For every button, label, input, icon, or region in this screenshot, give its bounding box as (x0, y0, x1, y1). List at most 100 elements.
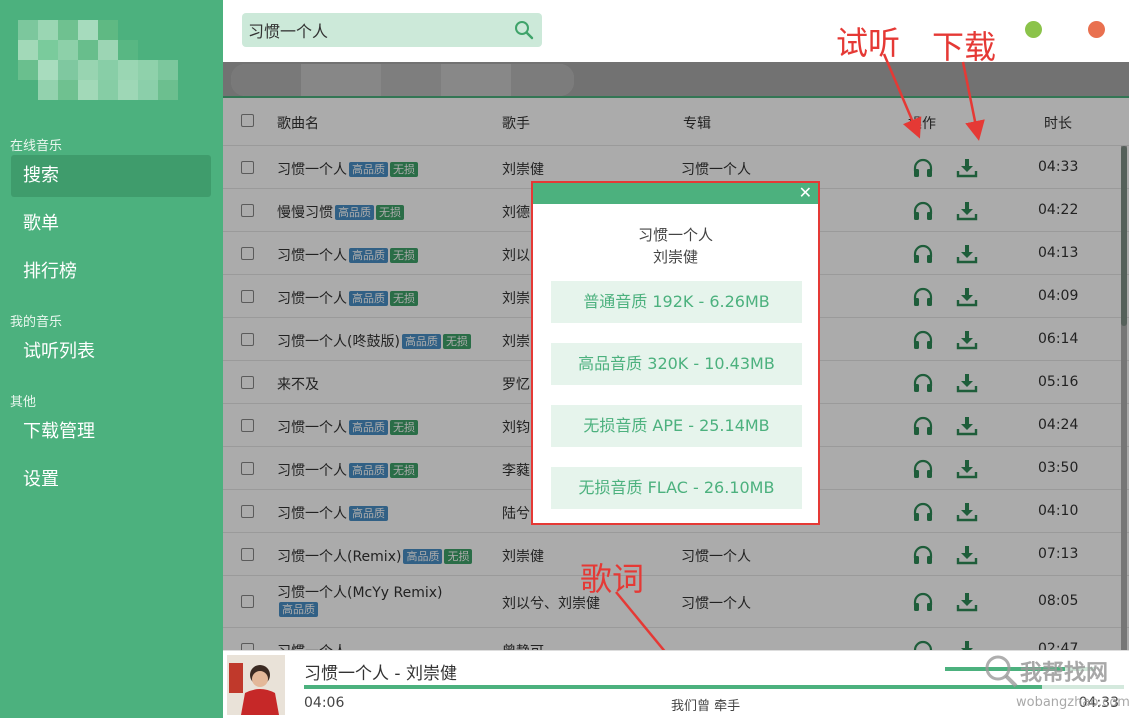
quality-option-ape[interactable]: 无损音质 APE - 25.14MB (551, 405, 802, 447)
song-name[interactable]: 习惯一个人 (277, 291, 347, 307)
album-cell[interactable]: 习惯一个人 (681, 593, 751, 613)
download-icon[interactable] (956, 372, 978, 394)
download-icon[interactable] (956, 544, 978, 566)
row-checkbox[interactable] (241, 161, 254, 174)
song-name-cell[interactable]: 习惯一个人 高品质 无损 (277, 288, 418, 308)
album-cover[interactable] (227, 655, 285, 715)
row-checkbox[interactable] (241, 462, 254, 475)
album-cell[interactable]: 习惯一个人 (681, 546, 751, 566)
download-icon[interactable] (956, 286, 978, 308)
artist-cell[interactable]: 刘崇健 (502, 546, 544, 566)
search-input[interactable] (248, 13, 508, 47)
duration-cell: 04:13 (1038, 245, 1079, 261)
song-name-cell[interactable]: 来不及 (277, 374, 319, 394)
song-name[interactable]: 习惯一个人 (277, 463, 347, 479)
artist-cell[interactable]: 罗忆 (502, 374, 530, 394)
song-name[interactable]: 习惯一个人(咚鼓版) (277, 334, 400, 350)
quality-option-flac[interactable]: 无损音质 FLAC - 26.10MB (551, 467, 802, 509)
quality-option-high[interactable]: 高品音质 320K - 10.43MB (551, 343, 802, 385)
song-name-cell[interactable]: 习惯一个人 高品质 无损 (277, 159, 418, 179)
headphones-icon[interactable] (912, 286, 934, 308)
song-name-cell[interactable]: 习惯一个人 高品质 (277, 503, 388, 523)
close-icon[interactable]: ✕ (799, 184, 812, 202)
artist-cell[interactable]: 李蕤 (502, 460, 530, 480)
sidebar-item-settings[interactable]: 设置 (11, 459, 211, 501)
artist-cell[interactable]: 陆兮 (502, 503, 530, 523)
song-name[interactable]: 慢慢习惯 (277, 205, 333, 221)
headphones-icon[interactable] (912, 544, 934, 566)
artist-cell[interactable]: 刘以 (502, 245, 530, 265)
album-cell[interactable]: 习惯一个人 (681, 159, 751, 179)
download-icon[interactable] (956, 329, 978, 351)
artist-cell[interactable]: 刘崇 (502, 288, 530, 308)
download-icon[interactable] (956, 458, 978, 480)
row-checkbox[interactable] (241, 643, 254, 650)
row-checkbox[interactable] (241, 548, 254, 561)
badge-lossless: 无损 (390, 162, 418, 177)
artist-cell[interactable]: 刘崇健 (502, 159, 544, 179)
song-name-cell[interactable]: 习惯一个人 高品质 无损 (277, 460, 418, 480)
song-name-cell[interactable]: 习惯一个人 (277, 641, 347, 650)
sidebar-item-search[interactable]: 搜索 (11, 155, 211, 197)
song-name-cell[interactable]: 习惯一个人 高品质 无损 (277, 245, 418, 265)
download-icon[interactable] (956, 200, 978, 222)
select-all-checkbox[interactable] (241, 114, 254, 127)
download-icon[interactable] (956, 157, 978, 179)
song-name[interactable]: 习惯一个人 (277, 162, 347, 178)
tab-bar[interactable] (231, 64, 574, 96)
sidebar-item-charts[interactable]: 排行榜 (11, 251, 211, 293)
row-checkbox[interactable] (241, 204, 254, 217)
row-checkbox[interactable] (241, 290, 254, 303)
headphones-icon[interactable] (912, 458, 934, 480)
artist-cell[interactable]: 曾静可 (502, 641, 544, 650)
headphones-icon[interactable] (912, 200, 934, 222)
table-row[interactable]: 习惯一个人(McYy Remix) 高品质 刘以兮、刘崇健 习惯一个人 08:05 (223, 576, 1129, 628)
song-name-cell[interactable]: 习惯一个人(McYy Remix) 高品质 (277, 582, 443, 618)
duration-cell: 04:10 (1038, 503, 1079, 519)
headphones-icon[interactable] (912, 591, 934, 613)
header-artist: 歌手 (502, 116, 530, 132)
download-icon[interactable] (956, 591, 978, 613)
row-checkbox[interactable] (241, 333, 254, 346)
sidebar-item-downloads[interactable]: 下载管理 (11, 411, 211, 453)
row-checkbox[interactable] (241, 419, 254, 432)
song-name-cell[interactable]: 习惯一个人(Remix) 高品质 无损 (277, 546, 473, 566)
sidebar-item-playlists[interactable]: 歌单 (11, 203, 211, 245)
table-row[interactable]: 习惯一个人 曾静可 02:47 (223, 628, 1129, 650)
artist-cell[interactable]: 刘德 (502, 202, 530, 222)
song-name[interactable]: 来不及 (277, 377, 319, 393)
download-icon[interactable] (956, 501, 978, 523)
headphones-icon[interactable] (912, 329, 934, 351)
close-window-button[interactable] (1088, 21, 1105, 38)
row-checkbox[interactable] (241, 376, 254, 389)
song-name[interactable]: 习惯一个人 (277, 248, 347, 264)
headphones-icon[interactable] (912, 639, 934, 650)
headphones-icon[interactable] (912, 415, 934, 437)
row-checkbox[interactable] (241, 247, 254, 260)
download-icon[interactable] (956, 415, 978, 437)
headphones-icon[interactable] (912, 501, 934, 523)
header-album: 专辑 (683, 116, 711, 132)
quality-option-standard[interactable]: 普通音质 192K - 6.26MB (551, 281, 802, 323)
song-name-cell[interactable]: 慢慢习惯 高品质 无损 (277, 202, 404, 222)
headphones-icon[interactable] (912, 157, 934, 179)
scrollbar-thumb[interactable] (1121, 146, 1127, 326)
headphones-icon[interactable] (912, 372, 934, 394)
minimize-button[interactable] (1025, 21, 1042, 38)
row-checkbox[interactable] (241, 505, 254, 518)
song-name-cell[interactable]: 习惯一个人 高品质 无损 (277, 417, 418, 437)
download-icon[interactable] (956, 639, 978, 650)
song-name[interactable]: 习惯一个人 (277, 506, 347, 522)
song-name[interactable]: 习惯一个人 (277, 420, 347, 436)
sidebar-item-preview-list[interactable]: 试听列表 (11, 331, 211, 373)
artist-cell[interactable]: 刘崇 (502, 331, 530, 351)
search-icon[interactable] (514, 20, 534, 40)
table-row[interactable]: 习惯一个人(Remix) 高品质 无损 刘崇健 习惯一个人 07:13 (223, 533, 1129, 576)
song-name-cell[interactable]: 习惯一个人(咚鼓版) 高品质 无损 (277, 331, 471, 351)
row-checkbox[interactable] (241, 595, 254, 608)
download-icon[interactable] (956, 243, 978, 265)
artist-cell[interactable]: 刘钧 (502, 417, 530, 437)
headphones-icon[interactable] (912, 243, 934, 265)
song-name[interactable]: 习惯一个人(Remix) (277, 549, 401, 565)
song-name[interactable]: 习惯一个人(McYy Remix) (277, 585, 443, 601)
